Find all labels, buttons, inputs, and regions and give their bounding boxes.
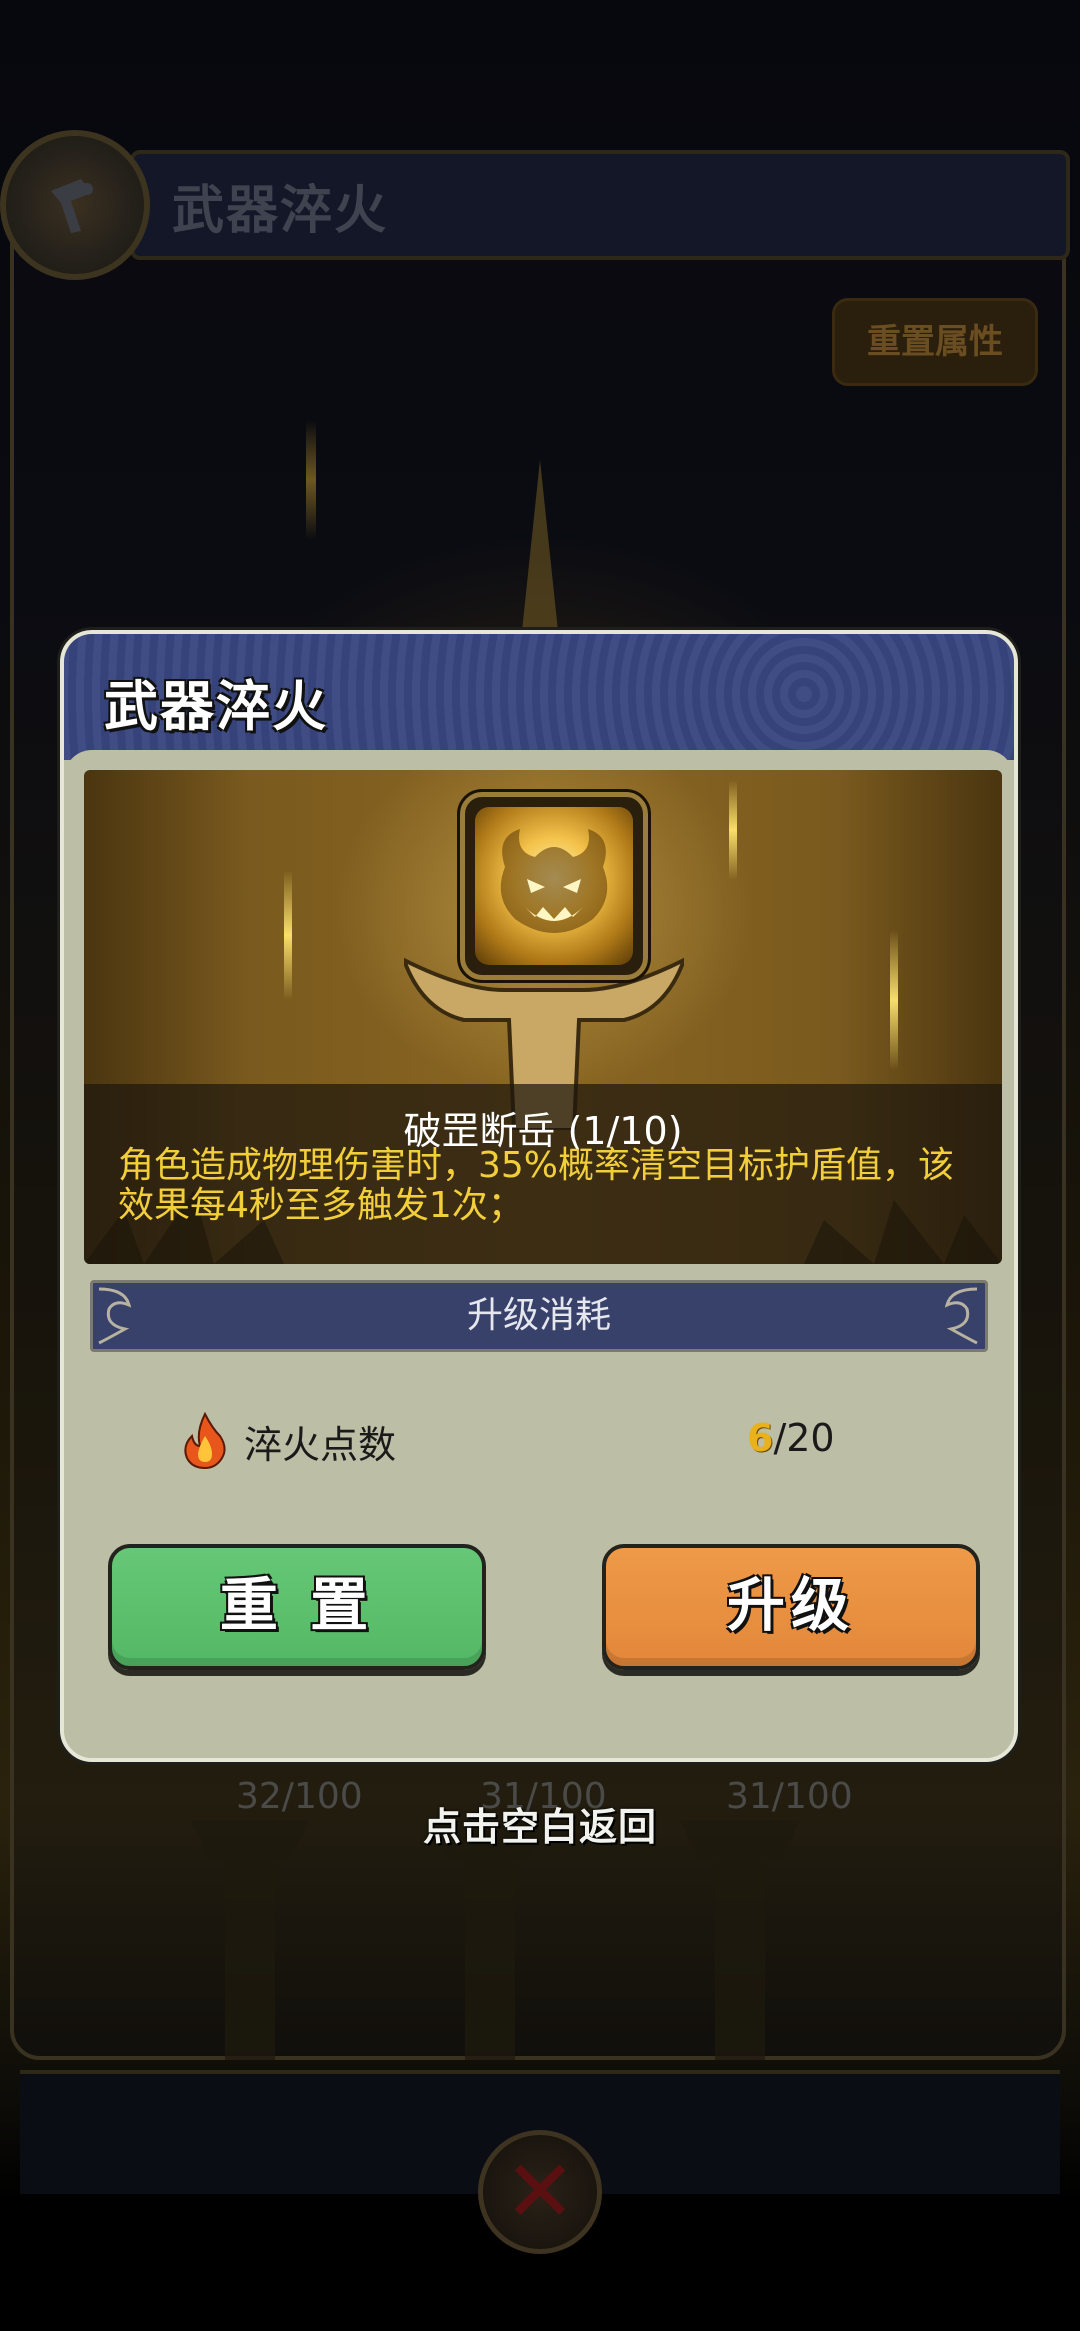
light-ray (306, 420, 316, 540)
close-x-icon[interactable]: ✕ (478, 2130, 602, 2254)
reset-attributes-button[interactable]: 重置属性 (832, 298, 1038, 386)
quench-points-required: /20 (773, 1416, 835, 1460)
upgrade-button[interactable]: 升级 (602, 1544, 980, 1670)
quench-points-label: 淬火点数 (244, 1423, 397, 1467)
weapon-quench-dialog: 武器淬火 破罡断岳 (1/10) 角色造成物理伤害时，35%概率清空目标护盾值，… (60, 630, 1018, 1762)
upgrade-cost-label: 升级消耗 (466, 1295, 611, 1336)
skill-banner: 破罡断岳 (1/10) 角色造成物理伤害时，35%概率清空目标护盾值，该效果每4… (84, 770, 1002, 1264)
quench-points-current: 6 (747, 1416, 774, 1460)
light-ray (890, 930, 898, 1070)
weapon-emblem-icon (0, 130, 150, 280)
reset-button[interactable]: 重 置 (108, 1544, 486, 1670)
dialog-title: 武器淬火 (104, 675, 328, 738)
spire-shape (520, 460, 560, 650)
demon-face-skill-icon (475, 807, 633, 965)
skill-icon-frame[interactable] (460, 792, 648, 980)
light-ray (284, 870, 292, 1000)
skill-description: 角色造成物理伤害时，35%概率清空目标护盾值，该效果每4秒至多触发1次； (118, 1145, 955, 1226)
background-title: 武器淬火 (172, 181, 389, 241)
light-ray (729, 780, 737, 880)
flame-icon (184, 1412, 226, 1470)
quench-points-value: 6/20 (747, 1416, 835, 1460)
tap-blank-to-return-hint[interactable]: 点击空白返回 (0, 1796, 1080, 1851)
upgrade-cost-header: 升级消耗 (90, 1280, 988, 1352)
